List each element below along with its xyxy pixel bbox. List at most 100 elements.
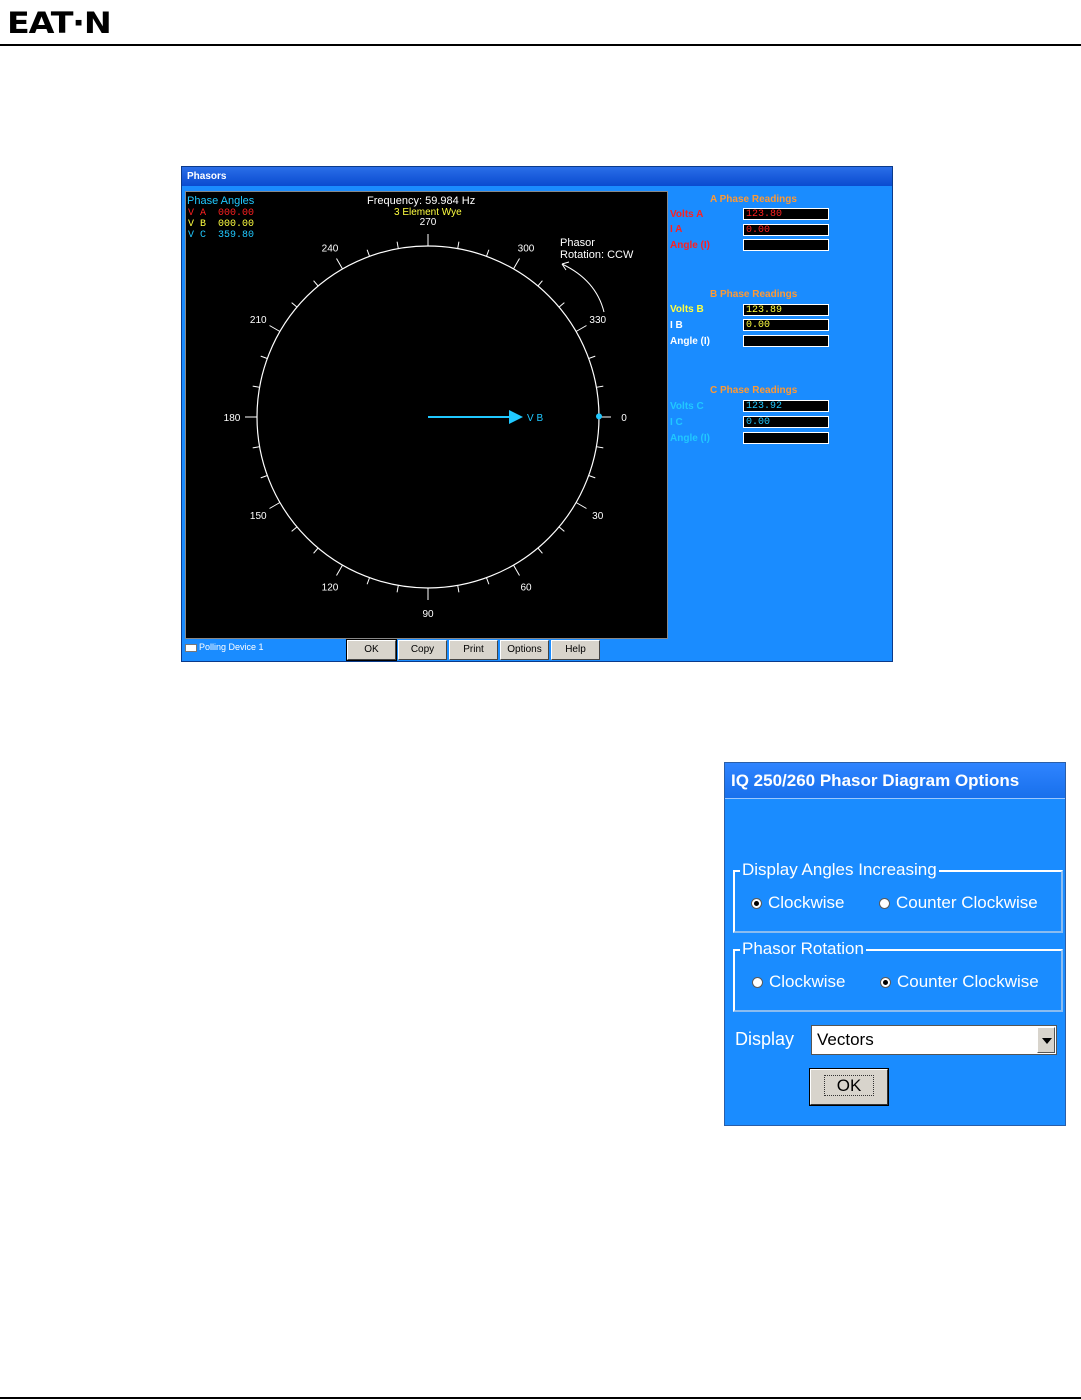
dial-major-tick	[513, 564, 520, 576]
dial-angle-label: 0	[621, 413, 627, 424]
ok-button[interactable]: OK	[346, 639, 397, 661]
dial-angle-label: 180	[224, 413, 241, 424]
phasors-window-title: Phasors	[182, 167, 892, 186]
dial-minor-tick	[457, 585, 460, 593]
dial-minor-tick	[366, 249, 370, 257]
dial-minor-tick	[596, 446, 604, 449]
ic-field: 0.00	[743, 416, 829, 428]
angle-b-field	[743, 335, 829, 347]
dial-major-tick	[575, 502, 587, 509]
phase-angle-row: V A 000.00	[188, 208, 254, 219]
polling-status-text: Polling Device 1	[199, 642, 264, 652]
copy-button[interactable]: Copy	[398, 640, 447, 660]
dial-major-tick	[269, 325, 281, 332]
dial-minor-tick	[313, 280, 319, 287]
rotation-label-line2: Rotation: CCW	[560, 249, 634, 261]
dial-minor-tick	[537, 547, 543, 554]
angle-c-label: Angle (I)	[670, 433, 710, 444]
radio-label: Counter Clockwise	[896, 893, 1038, 912]
phase-angle-name: V C	[188, 230, 207, 241]
dial-minor-tick	[396, 585, 399, 593]
volts-b-label: Volts B	[670, 304, 704, 315]
dial-major-tick	[336, 258, 343, 270]
dropdown-arrow-icon[interactable]	[1037, 1027, 1055, 1053]
phase-angle-row: V B 000.00	[188, 219, 254, 230]
phase-angle-value: 359.80	[218, 230, 255, 241]
print-button[interactable]: Print	[449, 640, 498, 660]
dial-angle-label: 240	[322, 243, 339, 254]
a-phase-heading: A Phase Readings	[710, 194, 797, 205]
rotation-counter-clockwise-radio[interactable]: Counter Clockwise	[880, 972, 1039, 992]
angle-b-label: Angle (I)	[670, 336, 710, 347]
rotation-group-label: Phasor Rotation	[740, 939, 866, 959]
angle-c-field	[743, 432, 829, 444]
dial-minor-tick	[252, 446, 260, 449]
dial-minor-tick	[291, 302, 298, 308]
phasor-plot: 0 30 60 90 120 150 180 210 240 270 300 330 V B Phase…	[185, 191, 668, 639]
dial-angle-label: 90	[422, 609, 434, 620]
dial-angle-label: 210	[250, 315, 267, 326]
options-dialog-title: IQ 250/260 Phasor Diagram Options	[725, 763, 1065, 799]
ia-field: 0.00	[743, 224, 829, 236]
dial-major-tick	[575, 325, 587, 332]
phase-angle-value: 000.00	[218, 219, 255, 230]
dial-minor-tick	[252, 385, 260, 388]
radio-label: Clockwise	[768, 893, 845, 912]
dial-angle-label: 30	[592, 511, 604, 522]
b-phase-heading: B Phase Readings	[710, 289, 798, 300]
dial-angle-label: 150	[250, 511, 267, 522]
header-rule	[0, 44, 1081, 46]
dial-angle-label: 300	[518, 243, 535, 254]
dial-major-tick	[513, 258, 520, 270]
dial-minor-tick	[558, 526, 565, 532]
phase-angles-label: Phase Angles	[187, 195, 255, 207]
radio-unselected-icon	[879, 897, 890, 909]
angle-a-label: Angle (I)	[670, 240, 710, 251]
eaton-logo: EAT·N	[7, 6, 112, 40]
polling-led-icon	[185, 643, 197, 652]
vc-marker	[595, 413, 602, 420]
ia-label: I A	[670, 224, 683, 235]
options-ok-label: OK	[823, 1075, 875, 1096]
angles-group-label: Display Angles Increasing	[740, 860, 939, 880]
volts-b-field: 123.89	[743, 304, 829, 316]
rotation-label-line1: Phasor	[560, 237, 595, 249]
phase-angle-name: V B	[188, 219, 207, 230]
options-dialog: IQ 250/260 Phasor Diagram Options Displa…	[724, 762, 1066, 1126]
dial-minor-tick	[366, 577, 370, 585]
radio-label: Clockwise	[769, 972, 846, 991]
radio-selected-icon	[880, 976, 891, 988]
options-ok-button[interactable]: OK	[809, 1068, 889, 1106]
polling-status: Polling Device 1	[185, 642, 264, 652]
display-select[interactable]: Vectors	[811, 1025, 1057, 1055]
dial-angle-label: 120	[322, 583, 339, 594]
dial-minor-tick	[291, 526, 298, 532]
frequency-readout: Frequency: 59.984 Hz	[367, 195, 476, 207]
dial-minor-tick	[457, 241, 460, 249]
dial-angle-label: 270	[420, 217, 437, 228]
phase-angle-value: 000.00	[218, 208, 255, 219]
dial-minor-tick	[537, 280, 543, 287]
dial-minor-tick	[596, 385, 604, 388]
angles-clockwise-radio[interactable]: Clockwise	[751, 893, 845, 913]
rotation-clockwise-radio[interactable]: Clockwise	[752, 972, 846, 992]
ib-label: I B	[670, 320, 683, 331]
dial-minor-tick	[486, 577, 490, 585]
angle-a-field	[743, 239, 829, 251]
dial-angle-label: 330	[589, 315, 606, 326]
dial-minor-tick	[313, 547, 319, 554]
phasors-window: Phasors 0 30 60 90 120 150 180 210 240 270 300 330 V…	[181, 166, 893, 662]
radio-label: Counter Clockwise	[897, 972, 1039, 991]
volts-c-label: Volts C	[670, 401, 704, 412]
volts-a-field: 123.80	[743, 208, 829, 220]
dial-angle-label: 60	[520, 583, 532, 594]
ic-label: I C	[670, 417, 683, 428]
radio-unselected-icon	[752, 976, 763, 988]
phase-angle-name: V A	[188, 208, 207, 219]
c-phase-heading: C Phase Readings	[710, 385, 798, 396]
help-button[interactable]: Help	[551, 640, 600, 660]
vb-vector-arrowhead	[509, 410, 523, 424]
angles-counter-clockwise-radio[interactable]: Counter Clockwise	[879, 893, 1038, 913]
display-label: Display	[735, 1029, 795, 1049]
options-button[interactable]: Options	[500, 640, 549, 660]
